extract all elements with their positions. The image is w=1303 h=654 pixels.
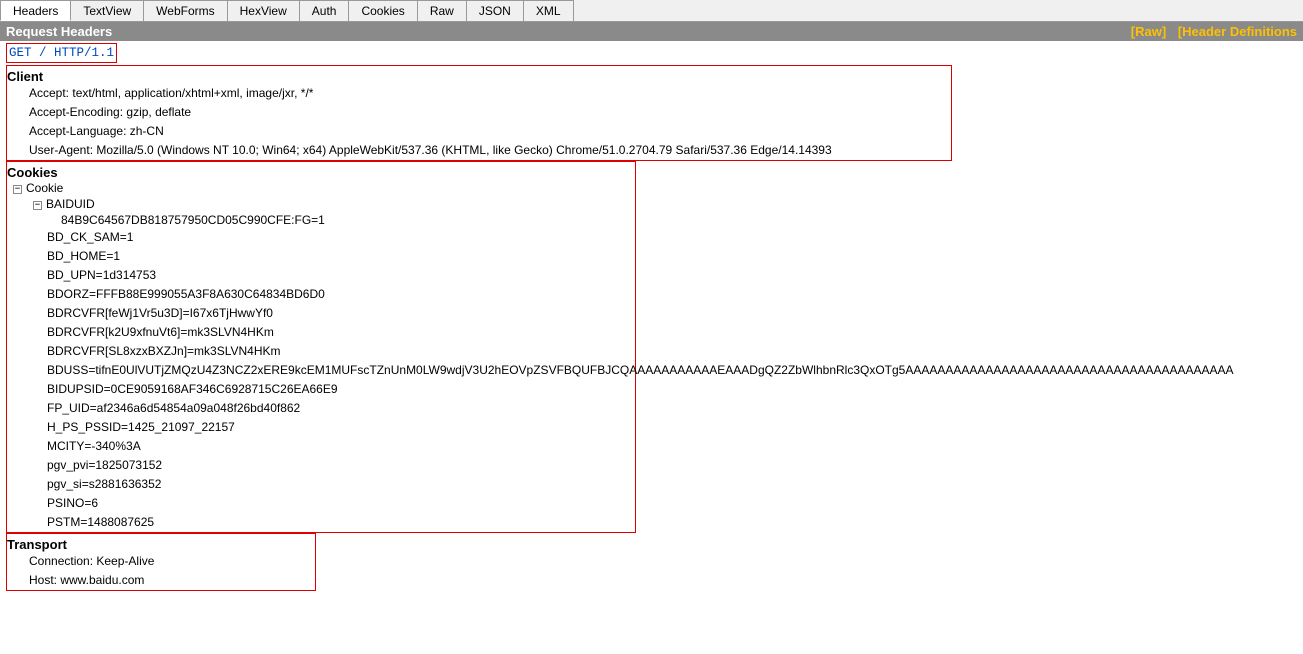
- header-accept: Accept: text/html, application/xhtml+xml…: [7, 84, 951, 103]
- cookie-item: BDRCVFR[k2U9xfnuVt6]=mk3SLVN4HKm: [7, 323, 635, 342]
- cookie-item: BDUSS=tifnE0UlVUTjZMQzU4Z3NCZ2xERE9kcEM1…: [7, 361, 635, 380]
- tab-headers[interactable]: Headers: [0, 0, 71, 21]
- raw-link[interactable]: [Raw]: [1131, 24, 1166, 39]
- cookie-item: MCITY=-340%3A: [7, 437, 635, 456]
- cookie-item: BD_CK_SAM=1: [7, 228, 635, 247]
- client-section: Client Accept: text/html, application/xh…: [6, 65, 952, 161]
- tab-strip: Headers TextView WebForms HexView Auth C…: [0, 0, 1303, 22]
- client-title: Client: [7, 67, 951, 84]
- tab-webforms[interactable]: WebForms: [143, 0, 227, 21]
- panel-header: Request Headers [Raw] [Header Definition…: [0, 22, 1303, 41]
- cookie-root[interactable]: −Cookie: [7, 180, 635, 196]
- panel-title: Request Headers: [6, 24, 112, 39]
- tab-auth[interactable]: Auth: [299, 0, 350, 21]
- header-accept-encoding: Accept-Encoding: gzip, deflate: [7, 103, 951, 122]
- cookie-baiduid-node[interactable]: −BAIDUID: [7, 196, 635, 212]
- cookies-title: Cookies: [7, 163, 635, 180]
- cookie-item: BDORZ=FFFB88E999055A3F8A630C64834BD6D0: [7, 285, 635, 304]
- header-accept-language: Accept-Language: zh-CN: [7, 122, 951, 141]
- tab-raw[interactable]: Raw: [417, 0, 467, 21]
- cookie-item: FP_UID=af2346a6d54854a09a048f26bd40f862: [7, 399, 635, 418]
- cookie-baiduid-label: BAIDUID: [46, 197, 95, 211]
- cookie-item: PSINO=6: [7, 494, 635, 513]
- cookies-section: Cookies −Cookie −BAIDUID 84B9C64567DB818…: [6, 161, 636, 533]
- cookie-item: pgv_si=s2881636352: [7, 475, 635, 494]
- cookie-root-label: Cookie: [26, 181, 63, 195]
- cookie-item: BD_HOME=1: [7, 247, 635, 266]
- header-user-agent: User-Agent: Mozilla/5.0 (Windows NT 10.0…: [7, 141, 951, 160]
- minus-icon[interactable]: −: [13, 185, 22, 194]
- cookie-item: BDRCVFR[SL8xzxBXZJn]=mk3SLVN4HKm: [7, 342, 635, 361]
- header-host: Host: www.baidu.com: [7, 571, 315, 590]
- cookie-item: BD_UPN=1d314753: [7, 266, 635, 285]
- transport-section: Transport Connection: Keep-Alive Host: w…: [6, 533, 316, 591]
- request-line: GET / HTTP/1.1: [6, 43, 117, 63]
- tab-json[interactable]: JSON: [466, 0, 524, 21]
- tab-cookies[interactable]: Cookies: [348, 0, 417, 21]
- cookie-item: BDRCVFR[feWj1Vr5u3D]=I67x6TjHwwYf0: [7, 304, 635, 323]
- minus-icon[interactable]: −: [33, 201, 42, 210]
- content-area: GET / HTTP/1.1 Client Accept: text/html,…: [0, 41, 1303, 597]
- tab-hexview[interactable]: HexView: [227, 0, 300, 21]
- panel-header-links: [Raw] [Header Definitions: [1123, 24, 1297, 39]
- cookie-item: PSTM=1488087625: [7, 513, 635, 532]
- cookie-item: BIDUPSID=0CE9059168AF346C6928715C26EA66E…: [7, 380, 635, 399]
- tab-xml[interactable]: XML: [523, 0, 574, 21]
- header-connection: Connection: Keep-Alive: [7, 552, 315, 571]
- cookie-baiduid-value: 84B9C64567DB818757950CD05C990CFE:FG=1: [7, 212, 635, 228]
- transport-title: Transport: [7, 535, 315, 552]
- cookie-item: H_PS_PSSID=1425_21097_22157: [7, 418, 635, 437]
- header-definitions-link[interactable]: [Header Definitions: [1178, 24, 1297, 39]
- tab-textview[interactable]: TextView: [70, 0, 144, 21]
- cookie-item: pgv_pvi=1825073152: [7, 456, 635, 475]
